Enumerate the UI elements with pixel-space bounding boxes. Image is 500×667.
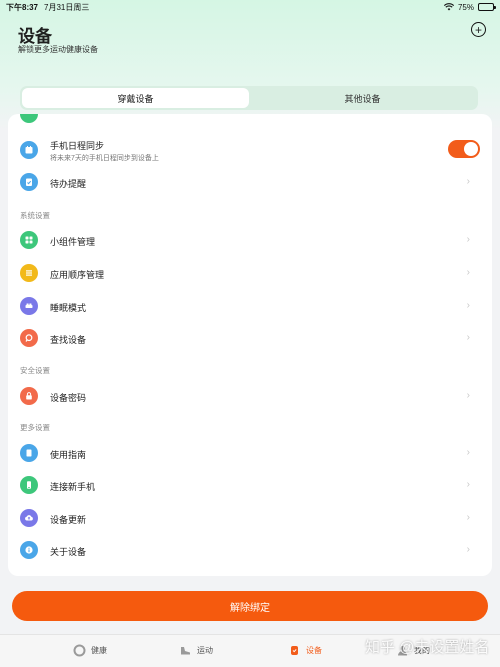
list-item-connect-phone[interactable]: 连接新手机 › xyxy=(8,473,492,497)
list-item-device-password[interactable]: 设备密码 › xyxy=(8,384,492,408)
page-subtitle: 解锁更多运动健康设备 xyxy=(18,45,98,54)
info-icon xyxy=(20,541,38,559)
chevron-right-icon: › xyxy=(466,512,470,523)
chevron-right-icon: › xyxy=(466,479,470,490)
search-icon xyxy=(20,329,38,347)
list-item-partial xyxy=(8,114,492,123)
settings-card: 手机日程同步 将未来7天的手机日程同步到设备上 待办提醒 › 系统设置 小组件管… xyxy=(8,114,492,576)
chevron-right-icon: › xyxy=(466,300,470,311)
tab-wearable[interactable]: 穿戴设备 xyxy=(22,88,249,108)
sleep-mode-label: 睡眠模式 xyxy=(50,303,87,313)
battery-icon xyxy=(478,3,496,11)
watermark-text: 知乎 @未设置姓名 xyxy=(365,639,490,656)
list-item-calendar-sync[interactable]: 手机日程同步 将未来7天的手机日程同步到设备上 xyxy=(8,134,492,166)
list-item-sleep-mode[interactable]: 睡眠模式 › xyxy=(8,294,492,318)
nav-health-label: 健康 xyxy=(91,645,107,655)
list-item-todo[interactable]: 待办提醒 › xyxy=(8,170,492,194)
chevron-right-icon: › xyxy=(466,332,470,343)
list-order-icon xyxy=(20,264,38,282)
find-device-label: 查找设备 xyxy=(50,335,87,345)
cloud-update-icon xyxy=(20,509,38,527)
battery-percent: 75% xyxy=(457,2,474,12)
about-device-label: 关于设备 xyxy=(50,547,87,557)
nav-device-label: 设备 xyxy=(306,645,322,655)
document-icon xyxy=(20,444,38,462)
watch-icon xyxy=(287,643,301,657)
nav-sport[interactable]: 运动 xyxy=(178,643,213,657)
list-item-find-device[interactable]: 查找设备 › xyxy=(8,326,492,350)
unbind-button[interactable]: 解除绑定 xyxy=(12,591,488,621)
chevron-right-icon: › xyxy=(466,544,470,555)
header-background xyxy=(0,0,500,130)
clipboard-icon xyxy=(20,173,38,191)
device-update-label: 设备更新 xyxy=(50,515,87,525)
toggle-knob xyxy=(464,142,478,156)
bed-icon xyxy=(20,297,38,315)
status-right: 75% xyxy=(443,2,496,12)
phone-icon xyxy=(20,476,38,494)
connect-phone-label: 连接新手机 xyxy=(50,482,96,492)
list-item-device-update[interactable]: 设备更新 › xyxy=(8,506,492,530)
calendar-icon xyxy=(20,141,38,159)
grid-icon xyxy=(20,231,38,249)
section-more: 更多设置 xyxy=(20,423,50,432)
status-bar: 下午8:37 7月31日周三 75% xyxy=(0,0,500,14)
nav-sport-label: 运动 xyxy=(197,645,213,655)
chevron-right-icon: › xyxy=(466,234,470,245)
chevron-right-icon: › xyxy=(466,447,470,458)
chevron-right-icon: › xyxy=(466,176,470,187)
list-item-app-order[interactable]: 应用顺序管理 › xyxy=(8,261,492,285)
guide-label: 使用指南 xyxy=(50,450,87,460)
lock-icon xyxy=(20,387,38,405)
shoe-icon xyxy=(178,643,192,657)
health-ring-icon xyxy=(72,643,86,657)
nav-device[interactable]: 设备 xyxy=(287,643,322,657)
device-password-label: 设备密码 xyxy=(50,393,87,403)
list-item-guide[interactable]: 使用指南 › xyxy=(8,441,492,465)
wifi-icon xyxy=(443,3,454,11)
list-item-widgets[interactable]: 小组件管理 › xyxy=(8,228,492,252)
chevron-right-icon: › xyxy=(466,267,470,278)
section-security: 安全设置 xyxy=(20,366,50,375)
calendar-sync-toggle[interactable] xyxy=(448,140,480,158)
list-item-about-device[interactable]: 关于设备 › xyxy=(8,538,492,562)
add-device-button[interactable]: + xyxy=(471,22,486,37)
plus-icon: + xyxy=(474,22,482,37)
app-order-label: 应用顺序管理 xyxy=(50,270,105,280)
status-time: 下午8:37 xyxy=(6,2,39,12)
section-system: 系统设置 xyxy=(20,211,50,220)
tab-other-devices[interactable]: 其他设备 xyxy=(249,88,476,108)
status-date: 7月31日周三 xyxy=(44,2,90,12)
chevron-right-icon: › xyxy=(466,390,470,401)
nav-health[interactable]: 健康 xyxy=(72,643,107,657)
todo-label: 待办提醒 xyxy=(50,179,87,189)
widgets-label: 小组件管理 xyxy=(50,237,96,247)
calendar-sync-label: 手机日程同步 xyxy=(50,141,105,151)
device-tabs: 穿戴设备 其他设备 xyxy=(20,86,478,110)
partial-item-icon xyxy=(20,114,38,123)
calendar-sync-desc: 将未来7天的手机日程同步到设备上 xyxy=(50,155,159,162)
